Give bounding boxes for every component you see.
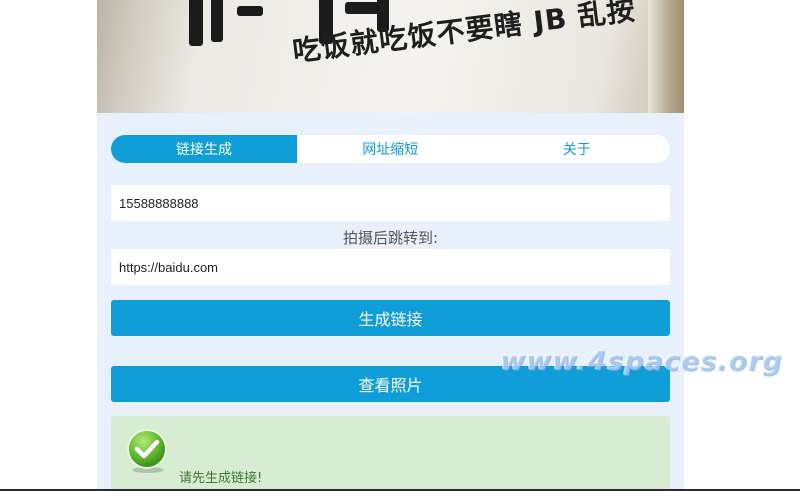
redirect-url-input[interactable]: https://baidu.com [111,249,670,285]
status-alert: 请先生成链接! [111,416,670,491]
banner-edge [648,0,684,113]
tab-link-generate[interactable]: 链接生成 [111,135,297,163]
banner-image: 吃饭就吃饭不要瞎 JB 乱按 [97,0,684,113]
alert-message: 请先生成链接! [179,471,263,486]
generate-link-button[interactable]: 生成链接 [111,300,670,336]
check-icon [127,429,167,473]
tab-bar: 链接生成 网址缩短 关于 [111,135,670,163]
redirect-label: 拍摄后跳转到: [342,229,439,247]
phone-input[interactable]: 15588888888 [111,185,670,221]
view-photos-button[interactable]: 查看照片 [111,366,670,402]
tab-url-shorten[interactable]: 网址缩短 [297,135,484,163]
tab-about[interactable]: 关于 [484,135,671,163]
main-panel: 链接生成 网址缩短 关于 15588888888 拍摄后跳转到: https:/… [97,113,684,491]
